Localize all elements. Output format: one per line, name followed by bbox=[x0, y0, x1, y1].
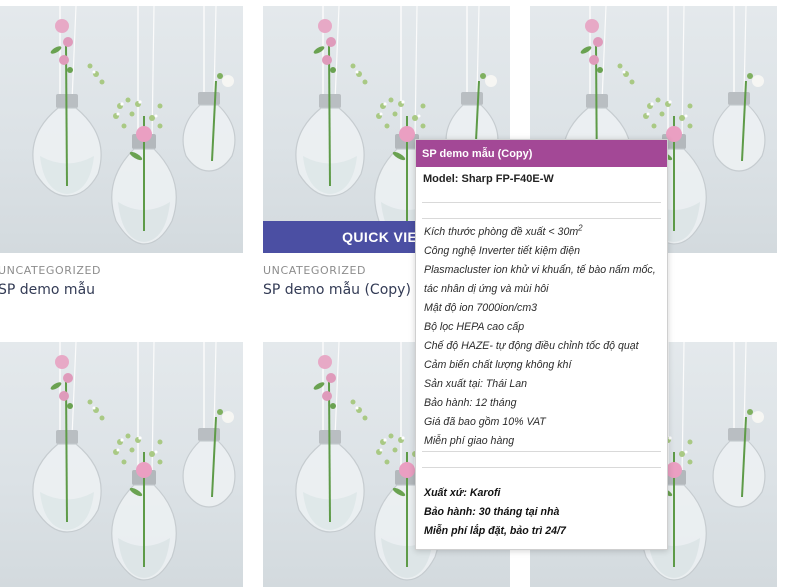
popup-title: SP demo mẫu (Copy) bbox=[416, 140, 667, 167]
spec-item: Miễn phí giao hàng bbox=[424, 435, 515, 447]
product-category[interactable]: UNCATEGORIZED bbox=[263, 264, 366, 277]
product-image[interactable] bbox=[0, 6, 243, 253]
spec-item: Plasmacluster ion khử vi khuẩn, tế bào n… bbox=[424, 264, 656, 276]
warranty-info: Bảo hành: 30 tháng tại nhà bbox=[424, 506, 560, 518]
product-title[interactable]: SP demo mẫu bbox=[0, 282, 95, 298]
product-title[interactable]: SP demo mẫu (Copy) bbox=[263, 282, 411, 298]
spec-item: Chế độ HAZE- tự động điều chỉnh tốc độ q… bbox=[424, 340, 639, 352]
divider bbox=[422, 467, 661, 468]
divider bbox=[422, 218, 661, 219]
spec-item: Kích thước phòng đề xuất < 30m2 bbox=[424, 223, 583, 238]
product-category[interactable]: UNCATEGORIZED bbox=[0, 264, 101, 277]
divider bbox=[422, 451, 661, 452]
installation-info: Miễn phí lắp đặt, bảo trì 24/7 bbox=[424, 525, 566, 537]
spec-item: Bộ lọc HEPA cao cấp bbox=[424, 321, 525, 333]
extra-info: Xuất xứ: Karofi Bảo hành: 30 tháng tại n… bbox=[424, 484, 662, 541]
spec-item: Bảo hành: 12 tháng bbox=[424, 397, 517, 409]
spec-item: Công nghệ Inverter tiết kiệm điện bbox=[424, 245, 581, 257]
spec-item: Giá đã bao gồm 10% VAT bbox=[424, 416, 546, 428]
spec-item: Cảm biến chất lượng không khí bbox=[424, 359, 572, 371]
divider bbox=[422, 202, 661, 203]
quick-view-popup: SP demo mẫu (Copy) Model: Sharp FP-F40E-… bbox=[415, 139, 668, 550]
spec-item: Sản xuất tại: Thái Lan bbox=[424, 378, 528, 390]
spec-list: Kích thước phòng đề xuất < 30m2 Công ngh… bbox=[424, 223, 662, 451]
product-image[interactable] bbox=[0, 342, 243, 587]
spec-item: tác nhân dị ứng và mùi hôi bbox=[424, 283, 549, 295]
origin-info: Xuất xứ: Karofi bbox=[424, 487, 501, 499]
spec-item: Mật độ ion 7000ion/cm3 bbox=[424, 302, 538, 314]
product-model: Model: Sharp FP-F40E-W bbox=[423, 173, 554, 185]
